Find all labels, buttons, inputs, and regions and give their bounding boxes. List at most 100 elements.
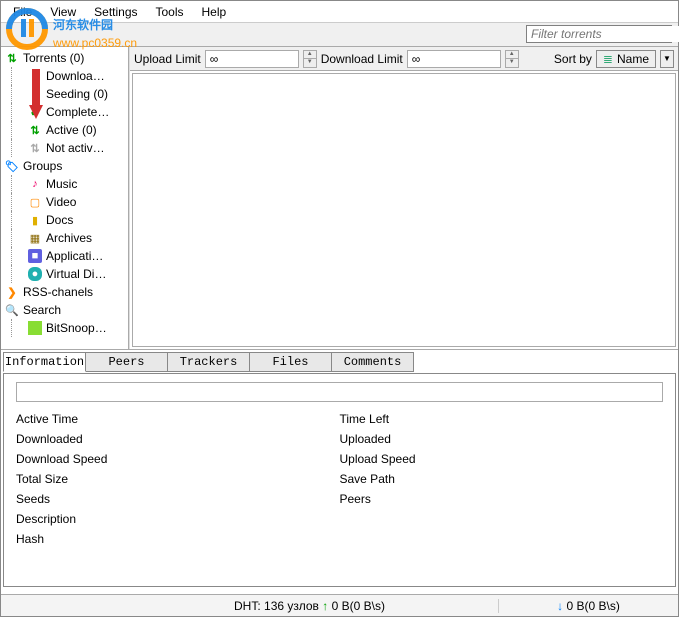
tree-completed[interactable]: ✔ Complete…	[1, 103, 128, 121]
menu-file[interactable]: File	[5, 3, 40, 21]
tree-groups[interactable]: 🏷 Groups	[1, 157, 128, 175]
torrent-list[interactable]	[132, 73, 676, 347]
tree-label: Music	[46, 177, 128, 191]
tree-virtual[interactable]: ● Virtual Di…	[1, 265, 128, 283]
inactive-icon: ⇅	[28, 141, 42, 155]
tabbar: Information Peers Trackers Files Comment…	[3, 352, 676, 374]
tree-label: Archives	[46, 231, 128, 245]
torrent-title-field[interactable]	[16, 382, 663, 402]
video-icon: ▢	[28, 195, 42, 209]
sort-value: Name	[617, 52, 649, 66]
tag-icon: 🏷	[5, 159, 19, 173]
info-hash: Hash	[16, 532, 340, 552]
tree-active[interactable]: ⇅ Active (0)	[1, 121, 128, 139]
tree-docs[interactable]: ▮ Docs	[1, 211, 128, 229]
tree-search[interactable]: 🔍 Search	[1, 301, 128, 319]
download-limit-input[interactable]: ∞	[407, 50, 501, 68]
menu-help[interactable]: Help	[194, 3, 235, 21]
info-grid: Active Time Downloaded Download Speed To…	[16, 412, 663, 552]
info-description: Description	[16, 512, 340, 532]
archive-icon: ▦	[28, 231, 42, 245]
filter-input[interactable]	[527, 26, 679, 42]
tree-label: Seeding (0)	[46, 87, 128, 101]
up-icon: ↑	[28, 87, 42, 101]
tree-label: Docs	[46, 213, 128, 227]
tree-label: BitSnoop…	[46, 321, 128, 335]
rss-icon: ❯	[5, 285, 19, 299]
tree: ⇅ Torrents (0) ↓ Downloa… ↑ Seeding (0) …	[1, 47, 128, 339]
tree-label: Active (0)	[46, 123, 128, 137]
tree-music[interactable]: ♪ Music	[1, 175, 128, 193]
menu-tools[interactable]: Tools	[148, 3, 192, 21]
tree-archives[interactable]: ▦ Archives	[1, 229, 128, 247]
tree-label: Torrents (0)	[23, 51, 128, 65]
tree-label: Groups	[23, 159, 128, 173]
tab-peers[interactable]: Peers	[85, 352, 168, 372]
download-icon: ↓	[28, 69, 42, 83]
active-icon: ⇅	[28, 123, 42, 137]
filter-box: 🔍	[526, 25, 672, 43]
status-right: ↓ 0 B(0 B\s)	[498, 599, 678, 613]
info-download-speed: Download Speed	[16, 452, 340, 472]
sort-button[interactable]: ≣ Name	[596, 50, 656, 68]
tree-rss[interactable]: ❯ RSS-chanels	[1, 283, 128, 301]
info-col-left: Active Time Downloaded Download Speed To…	[16, 412, 340, 552]
tab-information[interactable]: Information	[3, 352, 86, 372]
status-dht: DHT: 136 узлов	[234, 599, 319, 613]
tab-body: Active Time Downloaded Download Speed To…	[3, 373, 676, 587]
tree-seeding[interactable]: ↑ Seeding (0)	[1, 85, 128, 103]
disc-icon: ●	[28, 267, 42, 281]
info-uploaded: Uploaded	[340, 432, 664, 452]
menu-view[interactable]: View	[42, 3, 84, 21]
info-upload-speed: Upload Speed	[340, 452, 664, 472]
info-downloaded: Downloaded	[16, 432, 340, 452]
main: ⇅ Torrents (0) ↓ Downloa… ↑ Seeding (0) …	[1, 47, 678, 349]
tree-torrents[interactable]: ⇅ Torrents (0)	[1, 49, 128, 67]
upload-limit-input[interactable]: ∞	[205, 50, 299, 68]
statusbar: DHT: 136 узлов ↑ 0 B(0 B\s) ↓ 0 B(0 B\s)	[1, 594, 678, 616]
tree-label: Not activ…	[46, 141, 128, 155]
status-center: DHT: 136 узлов ↑ 0 B(0 B\s)	[121, 599, 498, 613]
app-icon: ■	[28, 249, 42, 263]
search-icon: 🔍	[5, 303, 19, 317]
info-peers: Peers	[340, 492, 664, 512]
tree-label: Virtual Di…	[46, 267, 128, 281]
info-total-size: Total Size	[16, 472, 340, 492]
info-save-path: Save Path	[340, 472, 664, 492]
folder-icon: ▮	[28, 213, 42, 227]
tab-files[interactable]: Files	[249, 352, 332, 372]
tree-apps[interactable]: ■ Applicati…	[1, 247, 128, 265]
status-down: 0 B(0 B\s)	[566, 599, 619, 613]
sidebar: ⇅ Torrents (0) ↓ Downloa… ↑ Seeding (0) …	[1, 47, 129, 349]
tree-label: Video	[46, 195, 128, 209]
menubar: File View Settings Tools Help	[1, 1, 678, 23]
tree-inactive[interactable]: ⇅ Not activ…	[1, 139, 128, 157]
download-spinner[interactable]: ▲▼	[505, 50, 519, 68]
sort-by-label: Sort by	[554, 52, 592, 66]
toolbar: 🔍	[1, 23, 678, 47]
tab-comments[interactable]: Comments	[331, 352, 414, 372]
sort-icon: ≣	[603, 52, 613, 66]
tree-video[interactable]: ▢ Video	[1, 193, 128, 211]
info-time-left: Time Left	[340, 412, 664, 432]
music-icon: ♪	[28, 177, 42, 191]
tree-downloading[interactable]: ↓ Downloa…	[1, 67, 128, 85]
info-seeds: Seeds	[16, 492, 340, 512]
info-col-right: Time Left Uploaded Upload Speed Save Pat…	[340, 412, 664, 552]
tree-label: Downloa…	[46, 69, 128, 83]
content: Upload Limit ∞ ▲▼ Download Limit ∞ ▲▼ So…	[129, 47, 678, 349]
tab-trackers[interactable]: Trackers	[167, 352, 250, 372]
site-icon	[28, 321, 42, 335]
updown-icon: ⇅	[5, 51, 19, 65]
limit-bar: Upload Limit ∞ ▲▼ Download Limit ∞ ▲▼ So…	[130, 47, 678, 71]
sort-dropdown[interactable]: ▼	[660, 50, 674, 68]
up-arrow-icon: ↑	[322, 599, 331, 613]
check-icon: ✔	[28, 105, 42, 119]
tree-label: Complete…	[46, 105, 128, 119]
upload-spinner[interactable]: ▲▼	[303, 50, 317, 68]
tree-bitsnoop[interactable]: BitSnoop…	[1, 319, 128, 337]
menu-settings[interactable]: Settings	[86, 3, 145, 21]
tree-label: Search	[23, 303, 128, 317]
download-limit-label: Download Limit	[321, 52, 403, 66]
tree-label: RSS-chanels	[23, 285, 128, 299]
